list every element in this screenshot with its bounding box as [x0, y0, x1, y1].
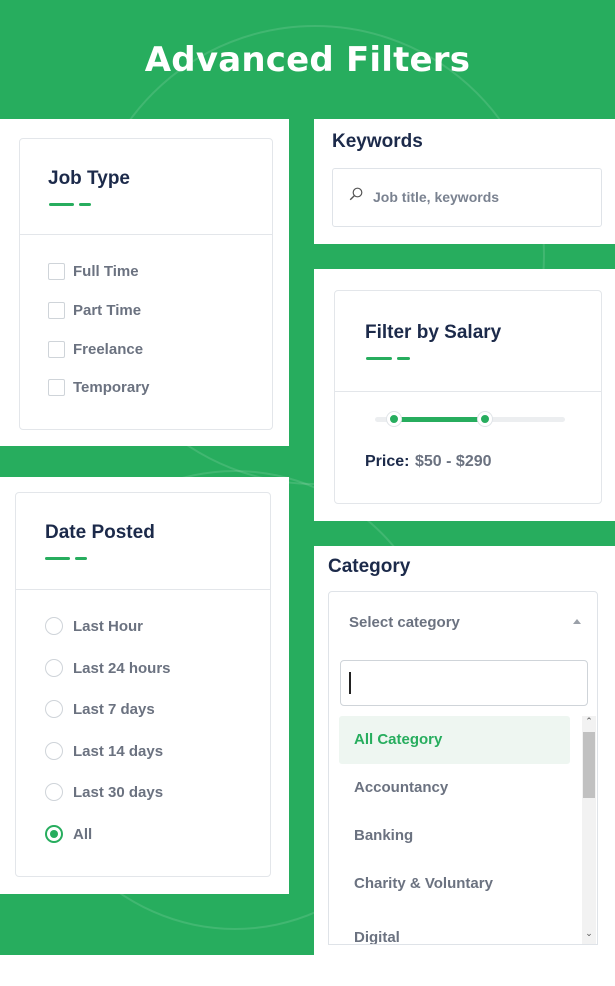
option-label: Last Hour [73, 617, 144, 635]
date-option-last-hour[interactable]: Last Hour [45, 617, 143, 635]
select-placeholder: Select category [349, 614, 460, 631]
category-select[interactable]: Select category [328, 591, 598, 651]
keywords-panel: Keywords Job title, keywords [314, 119, 615, 244]
category-search-input[interactable] [340, 660, 588, 706]
title-underline-dot [79, 203, 91, 206]
job-type-title: Job Type [48, 168, 130, 189]
title-underline-dot [397, 357, 410, 360]
date-option-last-14-days[interactable]: Last 14 days [45, 742, 163, 760]
category-option-digital[interactable]: Digital [339, 908, 570, 944]
category-title: Category [328, 556, 411, 577]
radio-button[interactable] [45, 700, 63, 718]
salary-panel: Filter by Salary Price: $50 - $290 [314, 269, 615, 521]
checkbox[interactable] [48, 341, 65, 358]
date-posted-card-header: Date Posted [16, 493, 270, 590]
category-option-charity[interactable]: Charity & Voluntary [339, 860, 570, 908]
radio-button-selected[interactable] [45, 825, 63, 843]
option-label: Last 7 days [73, 700, 155, 718]
salary-range-slider[interactable] [375, 409, 565, 429]
date-option-last-7-days[interactable]: Last 7 days [45, 700, 155, 718]
date-option-last-30-days[interactable]: Last 30 days [45, 783, 163, 801]
job-type-card-header: Job Type [20, 139, 272, 235]
checkbox[interactable] [48, 263, 65, 280]
date-posted-panel: Date Posted Last Hour Last 24 hours Last… [0, 477, 289, 894]
salary-card: Filter by Salary Price: $50 - $290 [334, 290, 602, 504]
date-posted-card: Date Posted Last Hour Last 24 hours Last… [15, 492, 271, 877]
salary-title: Filter by Salary [365, 322, 502, 343]
radio-button[interactable] [45, 783, 63, 801]
job-type-option-freelance[interactable]: Freelance [48, 341, 143, 358]
radio-button[interactable] [45, 659, 63, 677]
checkbox[interactable] [48, 379, 65, 396]
category-option-all[interactable]: All Category [339, 716, 570, 764]
job-type-option-full-time[interactable]: Full Time [48, 263, 139, 280]
slider-max-handle[interactable] [478, 412, 493, 426]
salary-card-header: Filter by Salary [335, 291, 601, 392]
title-underline-dot [75, 557, 87, 560]
date-option-last-24-hours[interactable]: Last 24 hours [45, 659, 171, 677]
option-label: Full Time [73, 263, 139, 280]
scroll-thumb[interactable] [583, 732, 595, 798]
option-label: Last 30 days [73, 783, 164, 801]
category-dropdown: All Category Accountancy Banking Charity… [328, 650, 598, 945]
option-label: Last 24 hours [73, 659, 171, 677]
option-label: Last 14 days [73, 742, 164, 760]
keywords-search-input[interactable]: Job title, keywords [332, 168, 602, 227]
option-label: Freelance [73, 341, 144, 358]
option-label: All [73, 825, 93, 843]
date-option-all[interactable]: All [45, 825, 92, 843]
slider-fill [394, 417, 486, 422]
checkbox[interactable] [48, 302, 65, 319]
title-underline [45, 557, 70, 560]
radio-button[interactable] [45, 742, 63, 760]
option-label: Part Time [73, 302, 142, 319]
price-value: $50 - $290 [415, 453, 492, 470]
date-posted-title: Date Posted [45, 522, 155, 543]
option-label: Temporary [73, 379, 150, 396]
scroll-down-icon[interactable]: ⌄ [582, 928, 596, 939]
caret-up-icon [573, 619, 581, 624]
dropdown-scrollbar[interactable]: ⌃ ⌄ [582, 716, 596, 944]
slider-min-handle[interactable] [387, 412, 401, 426]
job-type-panel: Job Type Full Time Part Time Freelance T… [0, 119, 289, 446]
text-cursor [349, 672, 351, 694]
price-label: Price: [365, 453, 410, 470]
job-type-option-part-time[interactable]: Part Time [48, 302, 141, 319]
title-underline [49, 203, 74, 206]
scroll-up-icon[interactable]: ⌃ [582, 716, 596, 727]
category-option-banking[interactable]: Banking [339, 812, 570, 860]
keywords-title: Keywords [332, 131, 423, 152]
title-underline [366, 357, 392, 360]
page-title: Advanced Filters [144, 40, 471, 80]
job-type-card: Job Type Full Time Part Time Freelance T… [19, 138, 273, 430]
search-icon [349, 187, 363, 201]
radio-button[interactable] [45, 617, 63, 635]
job-type-option-temporary[interactable]: Temporary [48, 379, 149, 396]
category-option-accountancy[interactable]: Accountancy [339, 764, 570, 812]
category-panel: Category Select category All Category Ac… [314, 546, 615, 955]
search-placeholder: Job title, keywords [373, 189, 500, 205]
